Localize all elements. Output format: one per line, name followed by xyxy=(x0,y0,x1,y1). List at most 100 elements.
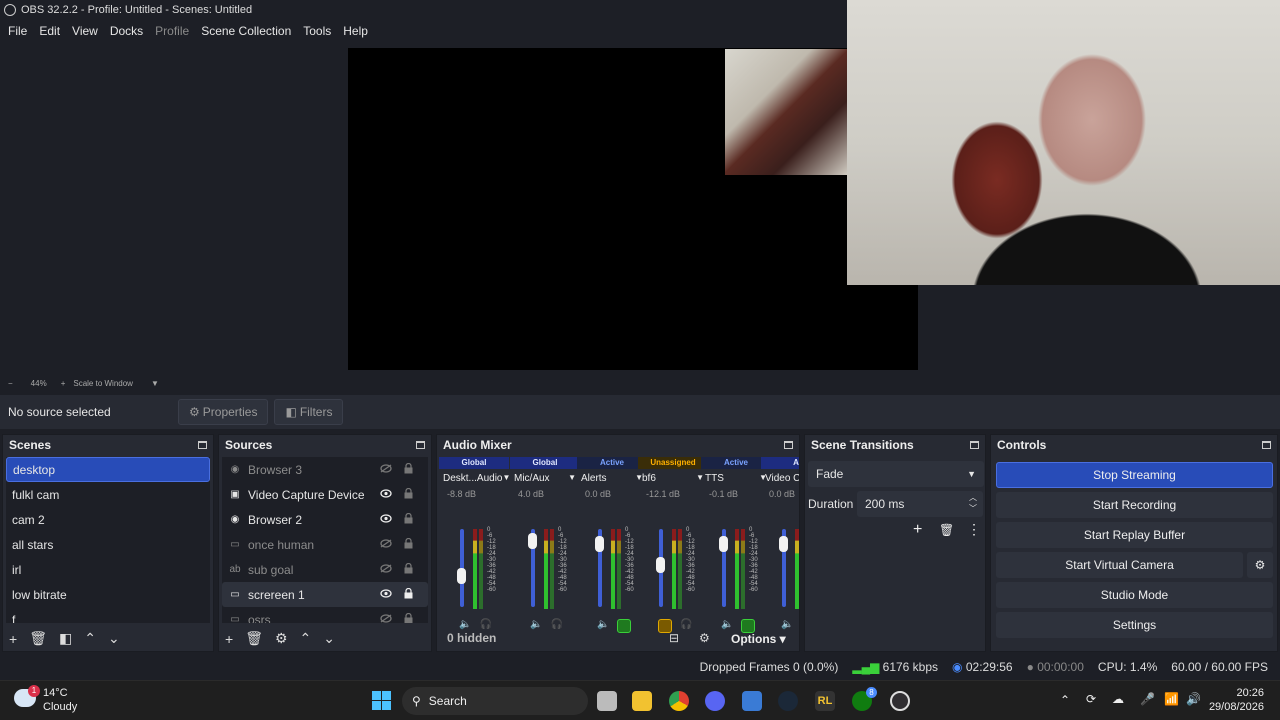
channel-name-row[interactable]: Video C...▼ xyxy=(761,473,799,484)
volume-fader-knob[interactable] xyxy=(528,532,537,549)
start-recording-button[interactable]: Start Recording xyxy=(996,492,1273,518)
move-down-icon[interactable]: ⌄ xyxy=(108,630,120,647)
channel-name-row[interactable]: bf6 ▼ xyxy=(638,473,708,484)
start-virtual-camera-button[interactable]: Start Virtual Camera xyxy=(996,552,1243,578)
lock-icon[interactable] xyxy=(404,538,413,549)
menu-file[interactable]: File xyxy=(2,24,33,38)
monitor-off-icon[interactable]: 🎧 xyxy=(680,619,692,633)
eye-icon[interactable] xyxy=(380,589,392,598)
scene-item[interactable]: f xyxy=(6,607,210,624)
wifi-icon[interactable]: 📶 xyxy=(1164,692,1179,706)
scale-mode-label[interactable]: Scale to Window xyxy=(73,379,133,388)
add-scene-icon[interactable]: + xyxy=(9,631,17,647)
lock-icon[interactable] xyxy=(404,513,413,524)
microphone-icon[interactable]: 🎤 xyxy=(1140,692,1155,706)
taskbar-search[interactable]: ⚲ Search xyxy=(402,687,588,715)
volume-fader-knob[interactable] xyxy=(595,536,604,552)
speaker-icon[interactable]: 🔈 xyxy=(721,619,733,633)
lock-icon[interactable] xyxy=(404,488,413,499)
cloud-tray-icon[interactable]: ☁ xyxy=(1112,692,1124,706)
scene-filters-icon[interactable]: ◧ xyxy=(59,630,72,647)
remove-source-icon[interactable]: 🗑 xyxy=(245,630,263,647)
monitor-headphones-icon[interactable] xyxy=(741,619,756,633)
zoom-in-button[interactable]: + xyxy=(61,379,66,388)
remove-scene-icon[interactable]: 🗑 xyxy=(29,630,47,647)
channel-name-row[interactable]: Deskt...Audio ▼ xyxy=(439,473,510,484)
scale-dropdown-icon[interactable]: ▼ xyxy=(151,379,159,388)
lock-icon[interactable] xyxy=(404,613,413,623)
channel-name-row[interactable]: Mic/Aux ▼ xyxy=(510,473,580,484)
source-item[interactable]: ▭ once human xyxy=(222,532,428,557)
duration-stepper[interactable]: ︿ ﹀ xyxy=(969,492,977,514)
source-item[interactable]: ◉ Browser 3 xyxy=(222,457,428,482)
advanced-audio-icon[interactable]: ⚙ xyxy=(699,631,710,645)
source-item[interactable]: ◉ Browser 2 xyxy=(222,507,428,532)
speaker-icon[interactable]: 🔈 xyxy=(781,619,793,630)
task-view-icon[interactable] xyxy=(597,691,617,711)
rl-app-icon[interactable]: RL xyxy=(815,691,835,711)
lock-icon[interactable] xyxy=(404,463,413,474)
undock-icon[interactable] xyxy=(198,441,207,449)
settings-button[interactable]: Settings xyxy=(996,612,1273,638)
menu-docks[interactable]: Docks xyxy=(104,24,149,38)
hidden-eye-icon[interactable] xyxy=(380,564,392,573)
speaker-icon[interactable]: 🔈 xyxy=(597,619,609,633)
sync-icon[interactable]: ⟳ xyxy=(1086,692,1096,706)
source-item[interactable]: ▭ screreen 1 xyxy=(222,582,428,607)
clock-date[interactable]: 29/08/2026 xyxy=(1206,701,1264,713)
lock-icon[interactable] xyxy=(404,588,413,599)
steam-icon[interactable] xyxy=(778,691,798,711)
hidden-eye-icon[interactable] xyxy=(380,539,392,548)
move-up-icon[interactable]: ⌃ xyxy=(84,630,96,647)
scene-item[interactable]: cam 2 xyxy=(6,507,210,532)
obs-taskbar-icon[interactable] xyxy=(890,691,910,711)
file-explorer-icon[interactable] xyxy=(632,691,652,711)
chevron-down-icon[interactable]: ▼ xyxy=(568,473,576,484)
lock-icon[interactable] xyxy=(404,563,413,574)
transition-menu-icon[interactable]: ⋮ xyxy=(967,521,981,538)
windows-start-icon[interactable] xyxy=(372,691,391,710)
volume-fader-knob[interactable] xyxy=(457,567,466,584)
monitor-headphones-icon[interactable] xyxy=(617,619,632,633)
undock-icon[interactable] xyxy=(1262,441,1271,449)
move-down-icon[interactable]: ⌄ xyxy=(323,630,335,647)
discord-icon[interactable] xyxy=(705,691,725,711)
source-item[interactable]: ▣ Video Capture Device xyxy=(222,482,428,507)
scene-item[interactable]: irl xyxy=(6,557,210,582)
undock-icon[interactable] xyxy=(970,441,979,449)
volume-fader-knob[interactable] xyxy=(656,557,665,573)
menu-tools[interactable]: Tools xyxy=(297,24,337,38)
zoom-out-button[interactable]: − xyxy=(8,379,13,388)
chrome-icon[interactable] xyxy=(669,691,689,711)
start-replay-buffer-button[interactable]: Start Replay Buffer xyxy=(996,522,1273,548)
add-transition-icon[interactable]: + xyxy=(913,521,922,539)
transition-select[interactable]: Fade ▼ xyxy=(808,461,984,487)
eye-icon[interactable] xyxy=(380,489,392,498)
weather-temp[interactable]: 14°C xyxy=(43,687,68,699)
photos-icon[interactable] xyxy=(742,691,762,711)
filters-button[interactable]: ◧ Filters xyxy=(274,399,344,425)
monitor-off-icon[interactable]: 🎧 xyxy=(550,619,562,630)
menu-view[interactable]: View xyxy=(66,24,104,38)
source-item[interactable]: ▭ osrs xyxy=(222,607,428,623)
scene-item[interactable]: desktop xyxy=(6,457,210,482)
move-up-icon[interactable]: ⌃ xyxy=(300,630,312,647)
monitor-off-icon[interactable]: 🎧 xyxy=(479,619,491,630)
volume-icon[interactable]: 🔊 xyxy=(1186,692,1201,706)
virtual-camera-settings-gear-icon[interactable]: ⚙ xyxy=(1247,552,1273,578)
source-item[interactable]: ab sub goal xyxy=(222,557,428,582)
chevron-up-icon[interactable]: ⌃ xyxy=(1060,693,1070,707)
source-settings-icon[interactable]: ⚙ xyxy=(275,630,288,647)
stop-streaming-button[interactable]: Stop Streaming xyxy=(996,462,1273,488)
properties-button[interactable]: ⚙ Properties xyxy=(178,399,269,425)
volume-fader-knob[interactable] xyxy=(779,536,788,552)
scene-item[interactable]: fulkl cam xyxy=(6,482,210,507)
undock-icon[interactable] xyxy=(416,441,425,449)
hidden-eye-icon[interactable] xyxy=(380,614,392,623)
speaker-icon[interactable]: 🔈 xyxy=(530,619,542,630)
menu-scene-collection[interactable]: Scene Collection xyxy=(195,24,297,38)
weather-desc[interactable]: Cloudy xyxy=(43,701,77,713)
menu-profile[interactable]: Profile xyxy=(149,24,195,38)
studio-mode-button[interactable]: Studio Mode xyxy=(996,582,1273,608)
menu-edit[interactable]: Edit xyxy=(33,24,66,38)
